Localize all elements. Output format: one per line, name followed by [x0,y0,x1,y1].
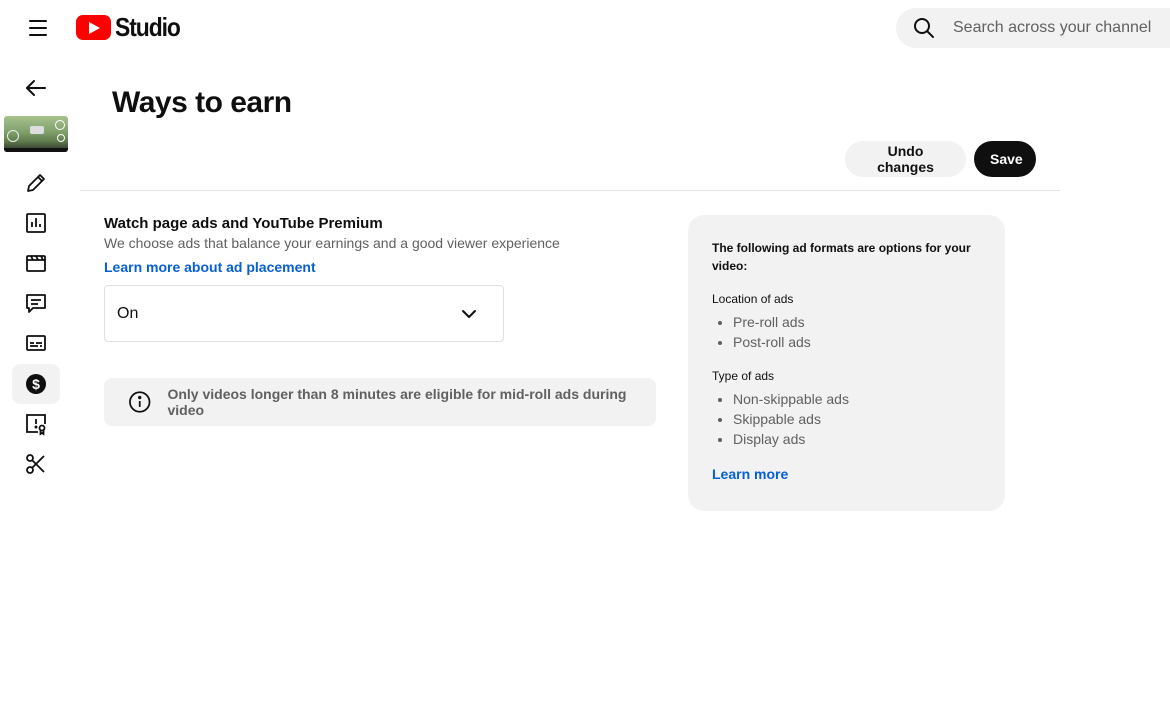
video-thumbnail[interactable] [4,116,68,152]
thumbnail-detail [55,120,65,130]
learn-more-link[interactable]: Learn more [712,466,788,482]
thumbnail-detail [7,130,19,142]
info-card-intro: The following ad formats are options for… [712,241,971,273]
search-input[interactable] [953,19,1170,37]
youtube-play-icon [76,15,111,40]
section-title: Watch page ads and YouTube Premium [104,215,383,232]
list-item: Post-roll ads [733,332,981,352]
svg-text:$: $ [32,376,40,392]
sidebar-item-details[interactable] [12,163,60,203]
location-of-ads-label: Location of ads [712,292,794,306]
search-icon[interactable] [912,16,936,40]
thumbnail-detail [30,126,44,134]
undo-changes-button[interactable]: Undo changes [845,141,966,177]
bar-chart-icon [26,213,46,233]
pencil-icon [27,174,45,192]
notice-text: Only videos longer than 8 minutes are el… [167,386,627,418]
arrow-left-icon [26,80,46,96]
save-button[interactable]: Save [974,141,1036,177]
type-of-ads-list: Non-skippable ads Skippable ads Display … [712,389,981,449]
section-description: We choose ads that balance your earnings… [104,235,560,251]
back-button[interactable] [12,68,60,108]
clapperboard-icon [26,255,46,272]
sidebar-item-copyright[interactable] [12,404,60,444]
ads-toggle-dropdown[interactable]: On [104,285,504,342]
subtitles-icon [26,335,46,351]
thumbnail-bar [4,148,68,152]
dropdown-value: On [117,304,139,322]
chevron-down-icon [462,309,476,318]
menu-button[interactable] [26,18,50,38]
search-bar[interactable] [896,8,1170,48]
page-title: Ways to earn [112,86,292,119]
studio-logo[interactable]: Studio [76,12,189,43]
scissors-icon [26,454,45,474]
sidebar-item-clips[interactable] [12,444,60,484]
sidebar-item-subtitles[interactable] [12,323,60,363]
sidebar-item-analytics[interactable] [12,203,60,243]
list-item: Display ads [733,429,981,449]
ad-formats-info-card: The following ad formats are options for… [688,215,1005,511]
sidebar-item-comments[interactable] [12,283,60,323]
divider [80,190,1060,191]
thumbnail-detail [57,134,65,142]
location-of-ads-list: Pre-roll ads Post-roll ads [712,312,981,352]
info-icon [129,391,151,413]
sidebar-item-editor[interactable] [12,243,60,283]
sidebar-item-monetization[interactable]: $ [12,364,60,404]
dollar-icon: $ [26,374,46,394]
menu-line [29,34,47,36]
copyright-claim-icon [26,414,46,436]
menu-line [29,27,47,29]
comment-icon [26,294,46,313]
list-item: Non-skippable ads [733,389,981,409]
mid-roll-notice: Only videos longer than 8 minutes are el… [104,378,656,426]
type-of-ads-label: Type of ads [712,369,775,383]
menu-line [29,20,47,22]
list-item: Skippable ads [733,409,981,429]
list-item: Pre-roll ads [733,312,981,332]
learn-more-ad-placement-link[interactable]: Learn more about ad placement [104,259,316,275]
logo-wordmark: Studio [115,12,181,42]
